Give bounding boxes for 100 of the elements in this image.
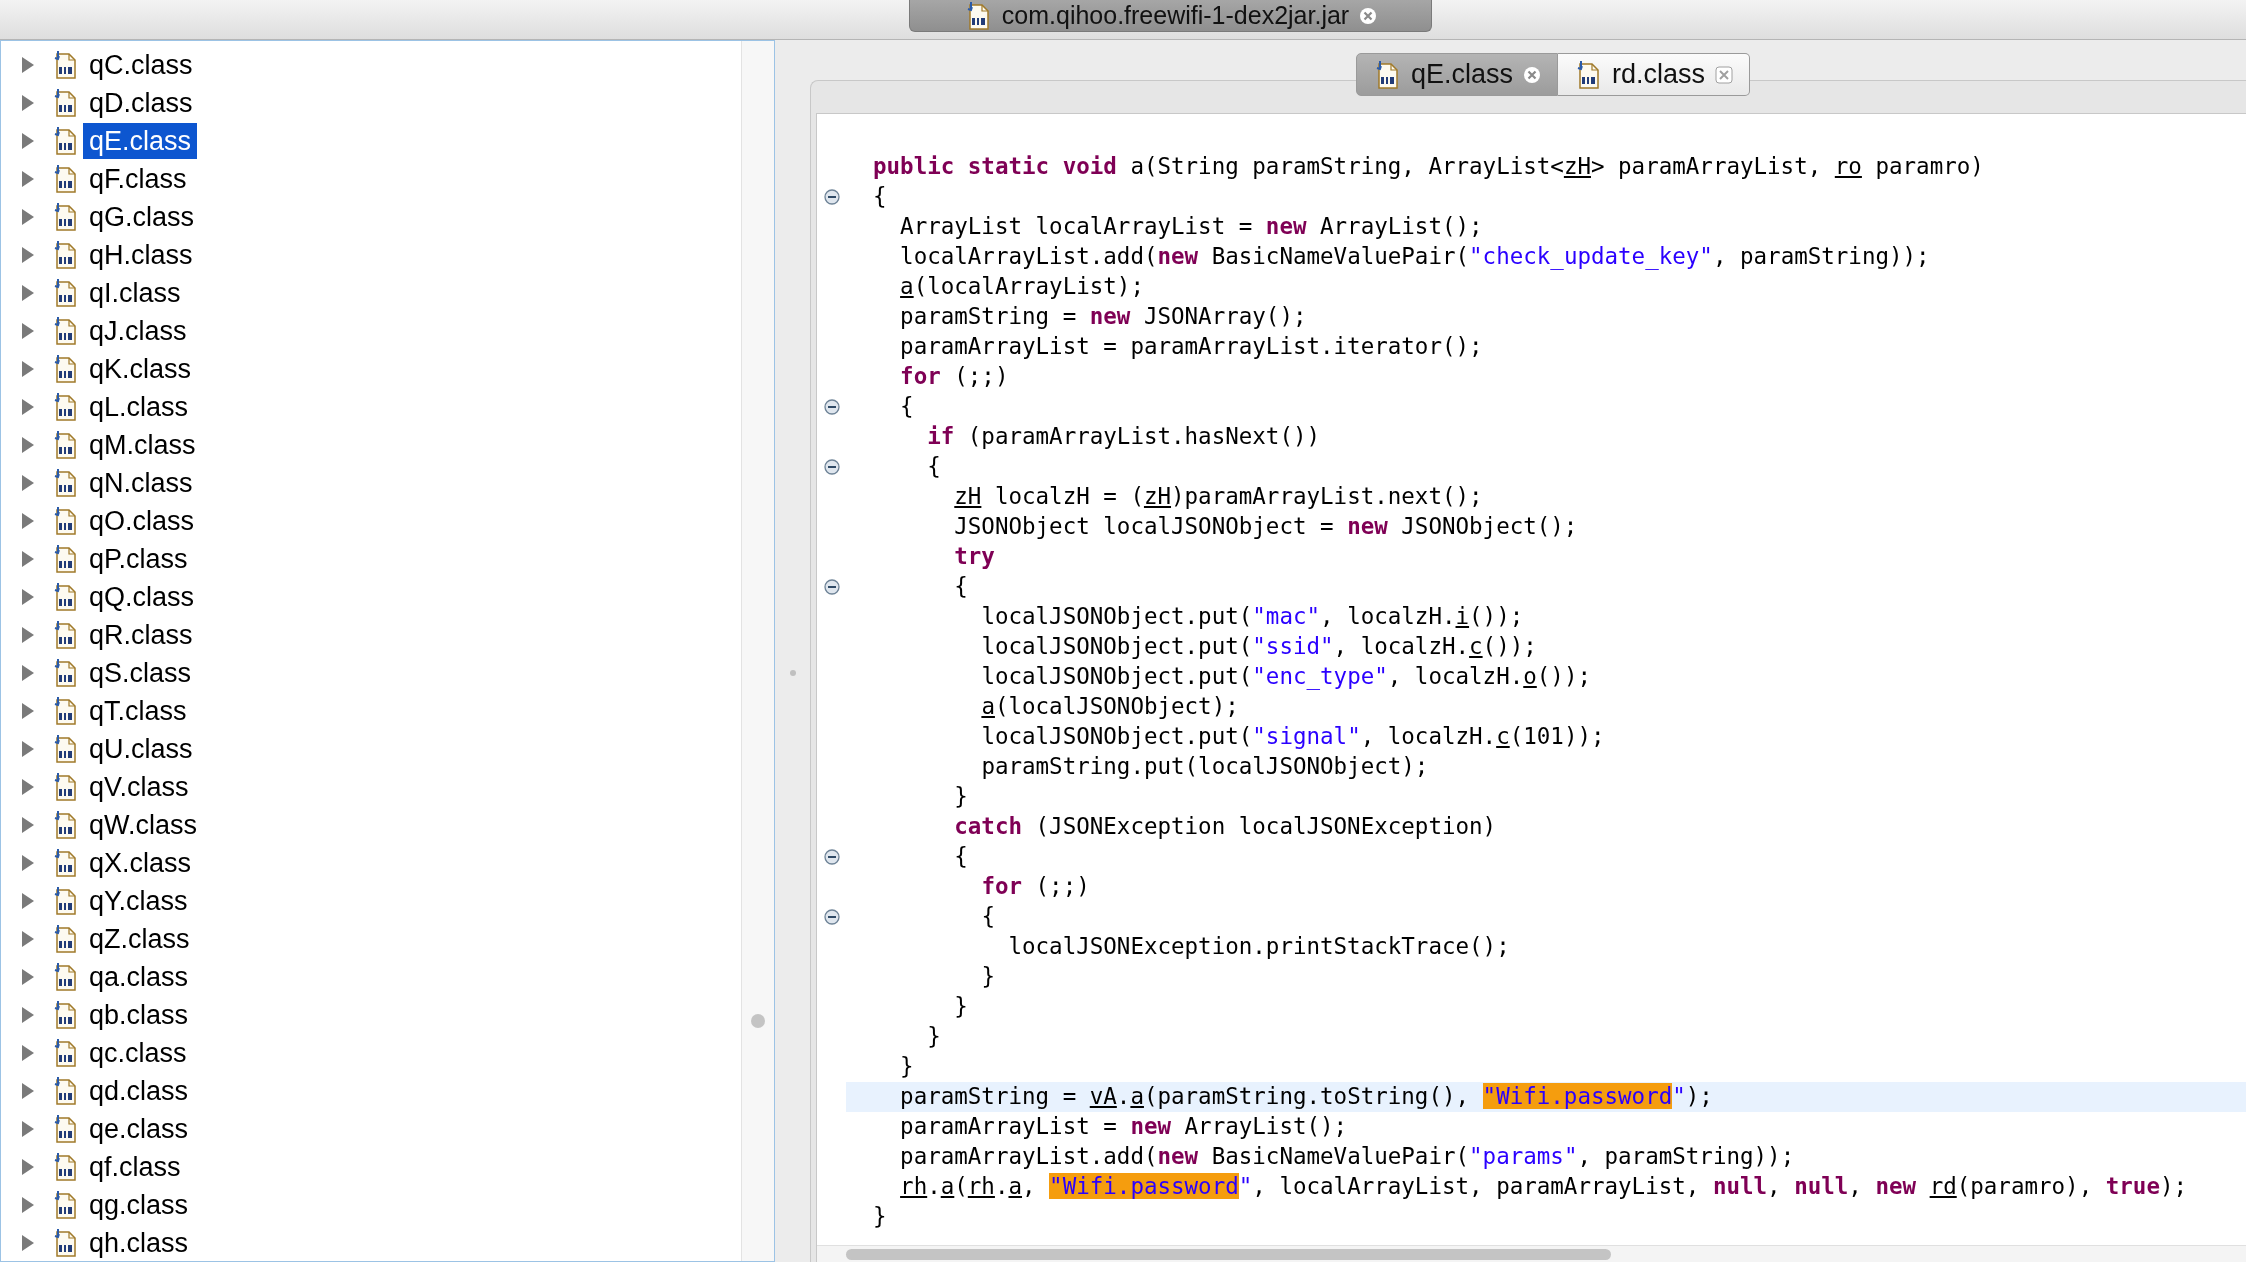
code-line: rh.a(rh.a, "Wifi.password", localArrayList, paramArrayList, null, null, new rd(paramro), true);	[899, 1172, 2189, 1202]
tree-item[interactable]: qO.class	[83, 503, 201, 539]
code-line: for (;;)	[980, 872, 1091, 902]
tree-item[interactable]: qQ.class	[83, 579, 201, 615]
expand-arrow-icon[interactable]	[21, 209, 35, 225]
expand-arrow-icon[interactable]	[21, 1121, 35, 1137]
expand-arrow-icon[interactable]	[21, 399, 35, 415]
code-line: {	[899, 392, 915, 422]
expand-arrow-icon[interactable]	[21, 817, 35, 833]
tree-item[interactable]: qX.class	[83, 845, 198, 881]
code-line: paramArrayList = new ArrayList();	[899, 1112, 1349, 1142]
expand-arrow-icon[interactable]	[21, 1197, 35, 1213]
expand-arrow-icon[interactable]	[21, 171, 35, 187]
fold-icon[interactable]	[823, 849, 840, 865]
tree-item[interactable]: qd.class	[83, 1073, 195, 1109]
tree-item[interactable]: qD.class	[83, 85, 199, 121]
fold-icon[interactable]	[823, 189, 840, 205]
expand-arrow-icon[interactable]	[21, 665, 35, 681]
tree-item[interactable]: qU.class	[83, 731, 199, 767]
code-line: localArrayList.add(new BasicNameValuePair("check_update_key", paramString));	[899, 242, 1931, 272]
scrollbar-thumb[interactable]	[751, 1014, 765, 1028]
tree-item[interactable]: qe.class	[83, 1111, 195, 1147]
expand-arrow-icon[interactable]	[21, 1159, 35, 1175]
file-tab[interactable]: com.qihoo.freewifi-1-dex2jar.jar	[909, 0, 1432, 32]
tree-item[interactable]: qJ.class	[83, 313, 193, 349]
expand-arrow-icon[interactable]	[21, 247, 35, 263]
expand-arrow-icon[interactable]	[21, 323, 35, 339]
expand-arrow-icon[interactable]	[21, 1007, 35, 1023]
editor-tab[interactable]: rd.class	[1558, 53, 1751, 96]
tree-item[interactable]: qY.class	[83, 883, 194, 919]
expand-arrow-icon[interactable]	[21, 95, 35, 111]
expand-arrow-icon[interactable]	[21, 893, 35, 909]
code-line: {	[953, 572, 969, 602]
tree-item[interactable]: qW.class	[83, 807, 204, 843]
tree-item[interactable]: qS.class	[83, 655, 198, 691]
code-line: {	[872, 182, 888, 212]
vertical-scrollbar[interactable]	[741, 41, 774, 1261]
tree-item[interactable]: qM.class	[83, 427, 202, 463]
expand-arrow-icon[interactable]	[21, 57, 35, 73]
code-line: a(localJSONObject);	[980, 692, 1240, 722]
code-line: catch (JSONException localJSONException)	[953, 812, 1498, 842]
splitter-handle[interactable]	[789, 670, 796, 676]
close-icon[interactable]	[1359, 6, 1378, 25]
code-line: }	[872, 1202, 888, 1232]
fold-icon[interactable]	[823, 459, 840, 475]
tree-item[interactable]: qK.class	[83, 351, 198, 387]
tree-item[interactable]: qG.class	[83, 199, 201, 235]
horizontal-scrollbar[interactable]	[817, 1245, 2246, 1262]
scrollbar-thumb[interactable]	[846, 1248, 1611, 1260]
expand-arrow-icon[interactable]	[21, 551, 35, 567]
editor-tab[interactable]: qE.class	[1356, 53, 1559, 96]
tree-item[interactable]: qV.class	[83, 769, 195, 805]
fold-icon[interactable]	[823, 579, 840, 595]
tree-item[interactable]: qR.class	[83, 617, 199, 653]
expand-arrow-icon[interactable]	[21, 627, 35, 643]
expand-arrow-icon[interactable]	[21, 361, 35, 377]
tree-item[interactable]: qc.class	[83, 1035, 193, 1071]
tree-item[interactable]: qI.class	[83, 275, 187, 311]
close-icon[interactable]	[1523, 65, 1542, 84]
expand-arrow-icon[interactable]	[21, 437, 35, 453]
expand-arrow-icon[interactable]	[21, 741, 35, 757]
code-line: {	[926, 452, 942, 482]
tree-item[interactable]: qN.class	[83, 465, 199, 501]
tree-item[interactable]: qE.class	[83, 123, 198, 159]
expand-arrow-icon[interactable]	[21, 1045, 35, 1061]
close-icon[interactable]	[1715, 65, 1734, 84]
expand-arrow-icon[interactable]	[21, 589, 35, 605]
tree-item[interactable]: qH.class	[83, 237, 199, 273]
tree-item[interactable]: qb.class	[83, 997, 195, 1033]
code-line: for (;;)	[899, 362, 1010, 392]
expand-arrow-icon[interactable]	[21, 1083, 35, 1099]
expand-arrow-icon[interactable]	[21, 779, 35, 795]
expand-arrow-icon[interactable]	[21, 969, 35, 985]
expand-arrow-icon[interactable]	[21, 285, 35, 301]
fold-icon[interactable]	[823, 909, 840, 925]
expand-arrow-icon[interactable]	[21, 703, 35, 719]
tree-item[interactable]: qL.class	[83, 389, 195, 425]
code-line: public static void a(String paramString, ArrayList<zH> paramArrayList, ro paramro)	[872, 152, 1985, 182]
tree-item[interactable]: qC.class	[83, 47, 199, 83]
expand-arrow-icon[interactable]	[21, 855, 35, 871]
expand-arrow-icon[interactable]	[21, 475, 35, 491]
tree-item[interactable]: qa.class	[83, 959, 195, 995]
expand-arrow-icon[interactable]	[21, 1235, 35, 1251]
code-line: }	[953, 782, 969, 812]
fold-icon[interactable]	[823, 399, 840, 415]
expand-arrow-icon[interactable]	[21, 133, 35, 149]
file-tab-title: com.qihoo.freewifi-1-dex2jar.jar	[1001, 0, 1350, 31]
tree-item[interactable]: qP.class	[83, 541, 194, 577]
tree-item[interactable]: qg.class	[83, 1187, 195, 1223]
expand-arrow-icon[interactable]	[21, 931, 35, 947]
tree-item[interactable]: qf.class	[83, 1149, 187, 1185]
code-line: localJSONObject.put("signal", localzH.c(101));	[980, 722, 1606, 752]
tree-item[interactable]: qZ.class	[83, 921, 196, 957]
code-line: paramArrayList.add(new BasicNameValuePair("params", paramString));	[899, 1142, 1796, 1172]
tree-item[interactable]: qT.class	[83, 693, 193, 729]
code-line: if (paramArrayList.hasNext())	[926, 422, 1322, 452]
code-line: localJSONObject.put("mac", localzH.i());	[980, 602, 1525, 632]
tree-item[interactable]: qF.class	[83, 161, 193, 197]
tree-item[interactable]: qh.class	[83, 1225, 195, 1261]
expand-arrow-icon[interactable]	[21, 513, 35, 529]
